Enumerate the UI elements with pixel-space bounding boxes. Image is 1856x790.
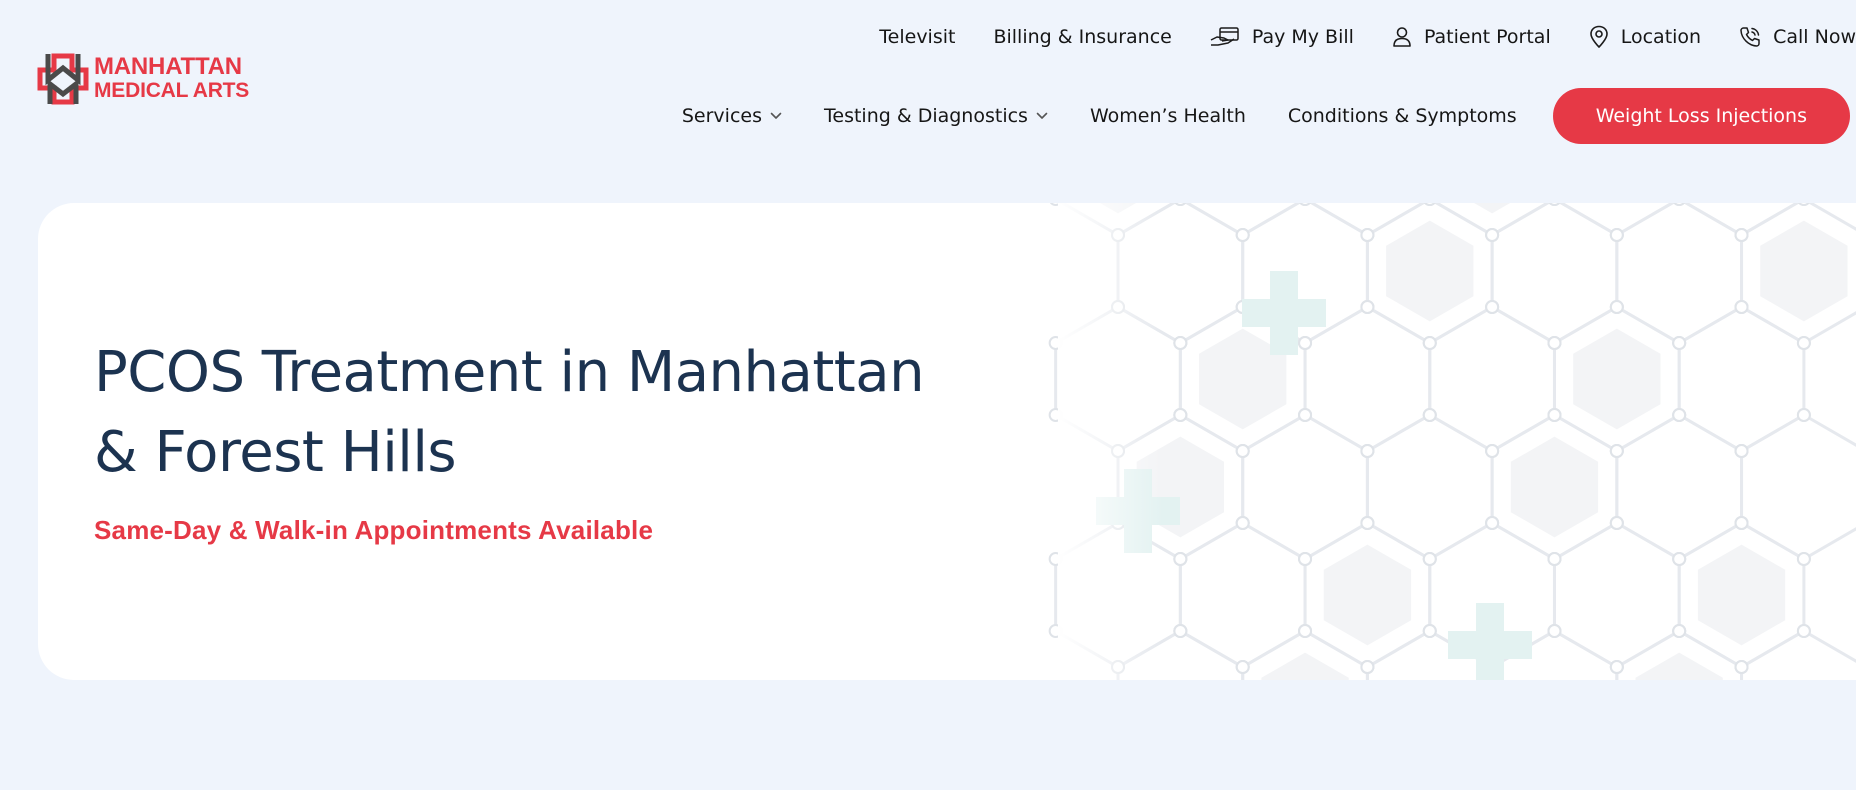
hexagon-node [1547, 624, 1562, 638]
hexagon-node [1547, 336, 1562, 350]
nav-item-conditions-symptoms-label: Conditions & Symptoms [1287, 105, 1517, 127]
call-now-link[interactable]: Call Now [1739, 26, 1856, 48]
hexagon-node [1796, 408, 1811, 422]
hexagon-fill-shape [1760, 220, 1848, 322]
nav-item-services[interactable]: Services [682, 105, 782, 127]
hexagon-node [1609, 660, 1624, 674]
utility-nav: Televisit Billing & Insurance Pay My Bil… [879, 22, 1856, 52]
page-title-line2: & Forest Hills [94, 420, 457, 485]
hero-subtitle: Same-Day & Walk-in Appointments Availabl… [94, 515, 654, 545]
chevron-down-icon [770, 112, 782, 119]
hexagon-node [1734, 444, 1749, 458]
hexagon-node [1485, 444, 1500, 458]
hexagon-node [1609, 228, 1624, 242]
billing-insurance-label: Billing & Insurance [993, 26, 1172, 48]
hexagon-node [1734, 516, 1749, 530]
nav-item-womens-health[interactable]: Women’s Health [1090, 105, 1246, 127]
hexagon-node [1734, 660, 1749, 674]
hexagon-shape [1490, 203, 1619, 345]
hand-card-icon [1210, 27, 1239, 46]
hexagon-node [1796, 624, 1811, 638]
call-now-label: Call Now [1773, 26, 1856, 48]
hexagon-node [1485, 516, 1500, 530]
user-icon [1393, 27, 1411, 47]
hexagon-shape [1740, 413, 1856, 561]
hexagon-node [1796, 552, 1811, 566]
hexagon-shape [1677, 305, 1806, 453]
televisit-label: Televisit [879, 26, 956, 48]
hexagon-shape [1552, 521, 1681, 669]
weight-loss-injections-button[interactable]: Weight Loss Injections [1552, 88, 1850, 144]
site-header: MANHATTAN MEDICAL ARTS Televisit Billing… [0, 0, 1856, 170]
hero-section: PCOS Treatment in Manhattan & Forest Hil… [38, 203, 1856, 680]
hexagon-node [1609, 516, 1624, 530]
nav-item-womens-health-label: Women’s Health [1089, 105, 1246, 127]
hexagon-shape [1615, 413, 1744, 561]
nav-item-testing-diagnostics[interactable]: Testing & Diagnostics [824, 105, 1048, 127]
hexagon-node [1734, 300, 1749, 314]
hexagon-shape [1615, 203, 1744, 345]
chevron-down-icon [1036, 112, 1048, 119]
brand-name: MANHATTAN MEDICAL ARTS [94, 53, 250, 102]
hexagon-node [1734, 228, 1749, 242]
map-pin-icon [1589, 25, 1608, 48]
hexagon-fill-shape [1635, 652, 1723, 680]
page-title: PCOS Treatment in Manhattan & Forest Hil… [94, 333, 994, 493]
hexagon-node [1672, 408, 1687, 422]
brand-name-line1: MANHATTAN [94, 53, 242, 80]
hexagon-fill-shape [1510, 436, 1599, 538]
hexagon-fill-shape [1573, 328, 1661, 430]
hexagon-node [1609, 300, 1624, 314]
patient-portal-label: Patient Portal [1423, 26, 1551, 48]
hexagon-node [1609, 444, 1624, 458]
hexagon-node [1548, 203, 1561, 206]
hexagon-node [1547, 552, 1562, 566]
pay-my-bill-link[interactable]: Pay My Bill [1210, 26, 1354, 48]
hexagon-node [1672, 624, 1687, 638]
medical-cross-logo-icon [37, 53, 89, 105]
pay-my-bill-label: Pay My Bill [1251, 26, 1354, 48]
hexagon-node [1672, 552, 1687, 566]
hexagon-node [1673, 203, 1685, 206]
hexagon-node [1547, 408, 1562, 422]
televisit-link[interactable]: Televisit [879, 26, 955, 48]
hexagon-node [1798, 203, 1810, 206]
brand-logo[interactable]: MANHATTAN MEDICAL ARTS [36, 50, 249, 106]
location-label: Location [1620, 26, 1702, 48]
hexagon-node [1485, 300, 1500, 314]
hexagon-shape [1740, 629, 1856, 680]
nav-item-services-label: Services [681, 105, 762, 127]
hexagon-node [1796, 336, 1811, 350]
nav-item-conditions-symptoms[interactable]: Conditions & Symptoms [1288, 105, 1517, 127]
hexagon-node [1485, 228, 1500, 242]
page-title-line1: PCOS Treatment in Manhattan [94, 340, 925, 405]
brand-name-line2: MEDICAL ARTS [94, 79, 250, 102]
patient-portal-link[interactable]: Patient Portal [1392, 26, 1551, 48]
main-nav: Services Testing & Diagnostics Women’s H… [682, 88, 1850, 144]
location-link[interactable]: Location [1589, 25, 1701, 49]
hexagon-fill-shape [1697, 544, 1786, 646]
billing-insurance-link[interactable]: Billing & Insurance [993, 26, 1171, 48]
phone-icon [1740, 27, 1760, 47]
hexagon-node [1672, 336, 1687, 350]
nav-item-testing-diagnostics-label: Testing & Diagnostics [824, 105, 1028, 127]
